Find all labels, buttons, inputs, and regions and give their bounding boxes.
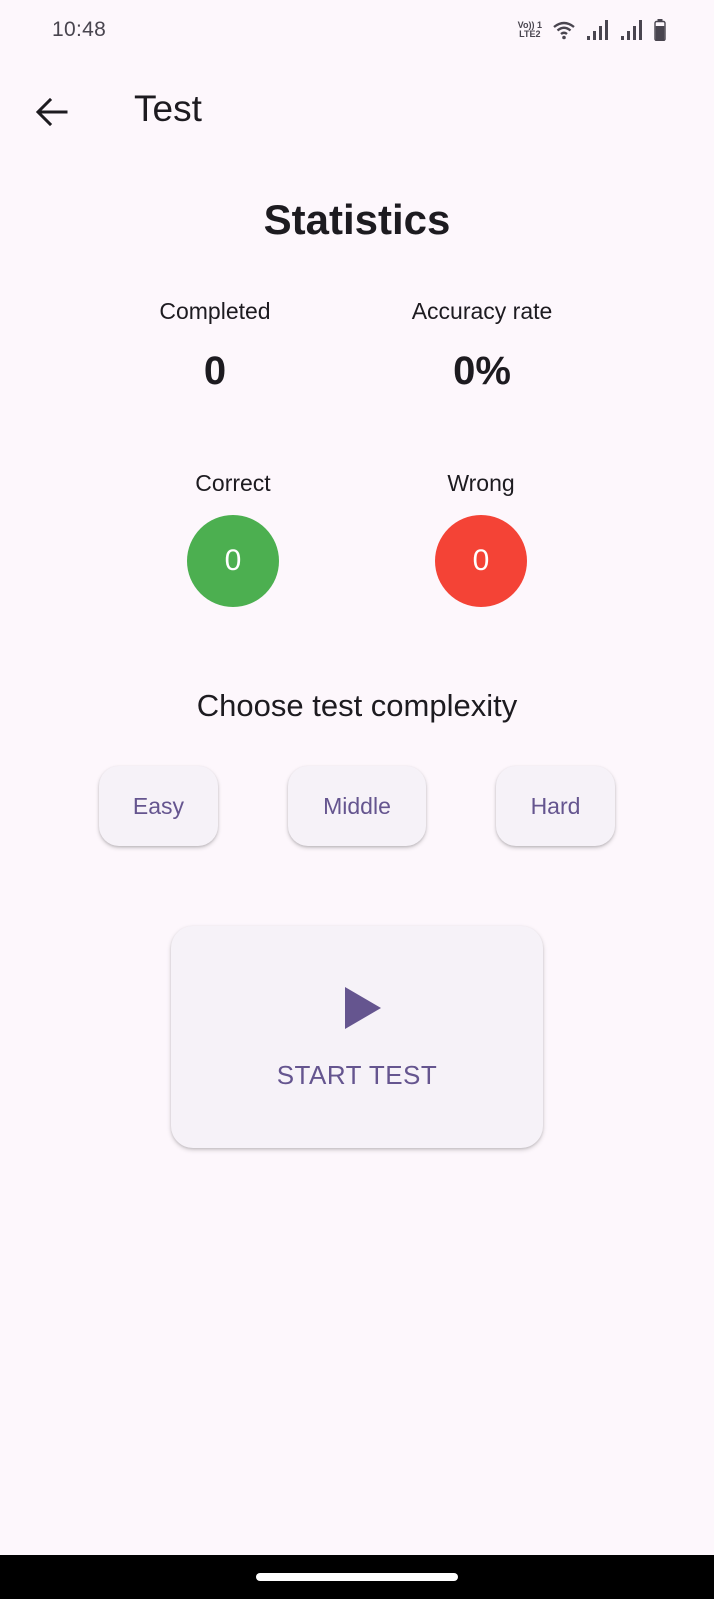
- correct-label: Correct: [195, 470, 271, 496]
- wrong-stat: Wrong 0: [351, 470, 611, 607]
- status-icons: Vo)) 1 LTE2: [518, 16, 666, 44]
- play-icon: [345, 987, 381, 1029]
- status-time: 10:48: [52, 18, 107, 41]
- correct-count-badge: 0: [187, 515, 279, 607]
- system-navigation-bar: [0, 1555, 714, 1599]
- signal-icon: [621, 20, 642, 40]
- back-button[interactable]: [26, 86, 78, 138]
- start-test-label: START TEST: [276, 1060, 438, 1090]
- complexity-title: Choose test complexity: [196, 688, 518, 723]
- hard-button[interactable]: Hard: [496, 766, 615, 846]
- volte-icon: Vo)) 1 LTE2: [518, 21, 542, 39]
- completed-label: Completed: [159, 298, 271, 324]
- page-title: Test: [134, 88, 202, 129]
- arrow-back-icon: [36, 98, 68, 126]
- wifi-icon: [553, 21, 575, 40]
- wrong-label: Wrong: [447, 470, 515, 496]
- signal-icon: [587, 20, 608, 40]
- status-bar: 10:48 Vo)) 1 LTE2: [0, 0, 714, 62]
- home-gesture-handle[interactable]: [256, 1573, 458, 1581]
- middle-button[interactable]: Middle: [288, 766, 426, 846]
- accuracy-stat: Accuracy rate 0%: [352, 298, 612, 394]
- easy-button[interactable]: Easy: [99, 766, 218, 846]
- statistics-title: Statistics: [263, 196, 451, 243]
- completed-stat: Completed 0: [85, 298, 345, 394]
- accuracy-value: 0%: [453, 349, 511, 393]
- wrong-count-badge: 0: [435, 515, 527, 607]
- accuracy-label: Accuracy rate: [411, 298, 553, 324]
- completed-value: 0: [203, 349, 227, 393]
- volte-bottom-text: LTE2: [519, 29, 541, 39]
- battery-icon: [654, 19, 666, 41]
- correct-stat: Correct 0: [103, 470, 363, 607]
- app-bar: Test: [0, 70, 714, 154]
- start-test-button[interactable]: START TEST: [171, 926, 543, 1148]
